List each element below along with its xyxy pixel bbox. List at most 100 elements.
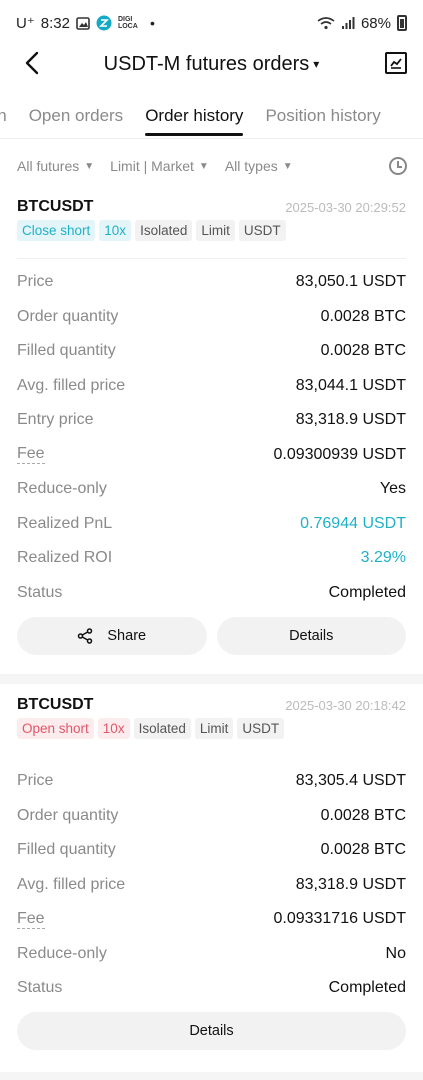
row-label: Filled quantity <box>17 841 116 859</box>
order-card-header: BTCUSDT 2025-03-30 20:18:42 Open short 1… <box>0 686 423 756</box>
tab-order-history[interactable]: Order history <box>145 96 244 136</box>
tab-bar: ion Open orders Order history Position h… <box>0 96 423 138</box>
history-clock-icon[interactable] <box>389 157 407 175</box>
filter-bar: All futures ▼ Limit | Market ▼ All types ▼ <box>17 152 407 180</box>
row-value: 83,305.4 USDT <box>295 772 406 790</box>
row-label: Reduce-only <box>17 944 107 962</box>
detail-row: Avg. filled price 83,318.9 USDT <box>17 868 406 903</box>
row-value: 0.0028 BTC <box>320 342 406 360</box>
order-type-tag: Limit <box>196 220 235 241</box>
dropdown-triangle-icon: ▼ <box>282 160 293 172</box>
row-value: 83,318.9 USDT <box>295 411 406 429</box>
row-label: Realized PnL <box>17 514 113 532</box>
details-label: Details <box>289 628 334 644</box>
detail-row: Price 83,305.4 USDT <box>17 764 406 799</box>
app-badge-label: DIGI LOCA <box>117 16 138 30</box>
row-value: 83,318.9 USDT <box>295 875 406 893</box>
page-title[interactable]: USDT-M futures orders ▾ <box>0 53 423 76</box>
detail-row: Filled quantity 0.0028 BTC <box>17 334 406 369</box>
filter-label: All types <box>224 158 278 174</box>
back-arrow-icon[interactable] <box>18 48 48 78</box>
gallery-icon <box>76 16 90 30</box>
detail-row: Realized PnL 0.76944 USDT <box>17 507 406 542</box>
order-card: BTCUSDT 2025-03-30 20:29:52 Close short … <box>0 188 423 678</box>
battery-percent: 68% <box>360 14 391 32</box>
row-value: 0.0028 BTC <box>320 841 406 859</box>
carrier-label: U⁺ <box>16 15 35 32</box>
page-title-text: USDT-M futures orders <box>103 52 310 75</box>
details-label: Details <box>189 1023 234 1039</box>
quote-asset-tag: USDT <box>238 220 286 241</box>
row-label: Realized ROI <box>17 549 113 567</box>
details-button[interactable]: Details <box>216 617 406 655</box>
title-bar: USDT-M futures orders ▾ <box>0 40 423 88</box>
section-divider <box>0 1072 423 1080</box>
fee-label-link[interactable]: Fee <box>17 445 45 465</box>
row-label: Filled quantity <box>17 342 116 360</box>
filter-label: Limit | Market <box>110 158 194 174</box>
margin-mode-tag: Isolated <box>135 220 193 241</box>
notification-dot: • <box>149 15 155 31</box>
side-tag: Close short <box>17 220 96 241</box>
row-label: Reduce-only <box>17 480 107 498</box>
order-detail-rows: Price 83,050.1 USDT Order quantity 0.0028 … <box>17 265 406 610</box>
filter-label: All futures <box>17 158 80 174</box>
detail-row: Status Completed <box>17 971 406 1006</box>
leverage-tag: 10x <box>99 220 132 241</box>
filter-all-futures[interactable]: All futures ▼ <box>17 158 94 174</box>
detail-row: Price 83,050.1 USDT <box>17 265 406 300</box>
order-timestamp: 2025-03-30 20:18:42 <box>285 698 406 713</box>
title-dropdown-icon: ▾ <box>313 57 320 72</box>
row-label: Price <box>17 772 54 790</box>
row-value: No <box>385 944 406 962</box>
filter-order-type[interactable]: Limit | Market ▼ <box>110 158 209 174</box>
tab-position-history[interactable]: Position history <box>265 96 380 126</box>
leverage-tag: 10x <box>97 718 130 739</box>
row-value: 0.0028 BTC <box>320 806 406 824</box>
row-label: Entry price <box>17 411 94 429</box>
row-label: Avg. filled price <box>17 875 126 893</box>
row-value: Yes <box>379 480 406 498</box>
order-tags: Open short 10x Isolated Limit USDT <box>17 718 285 739</box>
detail-row: Reduce-only Yes <box>17 472 406 507</box>
fee-label-link[interactable]: Fee <box>17 910 45 929</box>
order-detail-rows: Price 83,305.4 USDT Order quantity 0.0028 … <box>17 764 406 1006</box>
clock-time: 8:32 <box>40 14 70 32</box>
tab-open-orders[interactable]: Open orders <box>29 96 124 126</box>
order-type-tag: Limit <box>194 718 234 739</box>
share-icon <box>78 628 93 644</box>
filter-all-types[interactable]: All types ▼ <box>225 158 293 174</box>
realized-roi-value: 3.29% <box>360 549 406 567</box>
order-symbol: BTCUSDT <box>17 696 94 713</box>
battery-icon <box>397 15 407 31</box>
order-actions: Details <box>17 1012 406 1050</box>
divider <box>17 258 406 259</box>
share-label: Share <box>107 628 147 644</box>
detail-row: Fee 0.09331716 USDT <box>17 902 406 937</box>
row-label: Avg. filled price <box>17 376 126 394</box>
detail-row: Order quantity 0.0028 BTC <box>17 799 406 834</box>
tab-divider <box>0 138 423 139</box>
digiloca-app-icon <box>96 15 112 31</box>
status-value: Completed <box>328 583 406 601</box>
side-tag: Open short <box>17 718 94 739</box>
order-symbol: BTCUSDT <box>17 198 94 215</box>
signal-icon <box>341 17 355 29</box>
tab-position[interactable]: ion <box>0 96 7 126</box>
row-label: Status <box>17 979 63 997</box>
details-button[interactable]: Details <box>17 1012 406 1050</box>
order-timestamp: 2025-03-30 20:29:52 <box>285 200 406 215</box>
chart-icon[interactable] <box>385 52 407 74</box>
realized-pnl-value: 0.76944 USDT <box>300 514 406 532</box>
wifi-icon <box>317 17 335 30</box>
share-button[interactable]: Share <box>17 617 207 655</box>
detail-row: Entry price 83,318.9 USDT <box>17 403 406 438</box>
quote-asset-tag: USDT <box>237 718 285 739</box>
section-divider <box>0 674 423 684</box>
order-card: BTCUSDT 2025-03-30 20:18:42 Open short 1… <box>0 686 423 1080</box>
detail-row: Avg. filled price 83,044.1 USDT <box>17 369 406 404</box>
dropdown-triangle-icon: ▼ <box>198 160 209 172</box>
order-card-header: BTCUSDT 2025-03-30 20:29:52 Close short … <box>0 188 423 258</box>
detail-row: Status Completed <box>17 576 406 611</box>
detail-row: Order quantity 0.0028 BTC <box>17 300 406 335</box>
